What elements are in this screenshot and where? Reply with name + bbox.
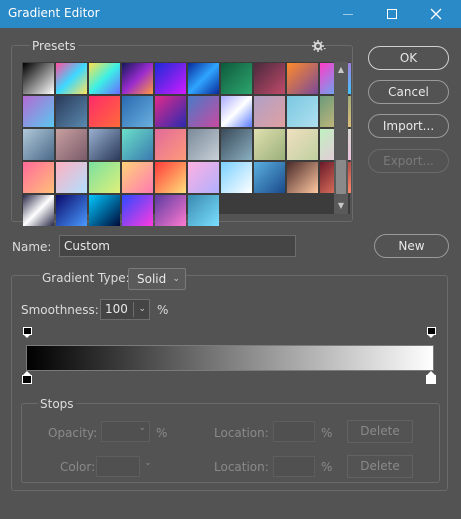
gradient-type-value: Solid xyxy=(137,272,167,286)
color-location-label: Location: xyxy=(214,460,269,474)
preset-swatch[interactable] xyxy=(254,129,285,160)
preset-swatch[interactable] xyxy=(188,129,219,160)
new-button[interactable]: New xyxy=(374,234,449,258)
import-button[interactable]: Import... xyxy=(368,114,449,138)
preset-swatch[interactable] xyxy=(188,162,219,193)
title-bar: Gradient Editor xyxy=(0,0,461,28)
preset-swatch[interactable] xyxy=(23,63,54,94)
scroll-down-icon[interactable]: ▼ xyxy=(334,200,348,212)
preset-swatch[interactable] xyxy=(188,195,219,226)
gradient-type-select[interactable]: Solid ⌄ xyxy=(128,268,186,290)
maximize-icon[interactable] xyxy=(374,0,410,28)
chevron-down-icon[interactable]: ⌄ xyxy=(138,300,146,319)
color-location-input xyxy=(273,456,315,477)
preset-swatch[interactable] xyxy=(89,195,120,226)
name-input[interactable]: Custom xyxy=(59,235,296,257)
gear-icon[interactable] xyxy=(312,40,326,55)
preset-swatch[interactable] xyxy=(287,63,318,94)
smoothness-value: 100 xyxy=(105,302,128,316)
preset-swatch[interactable] xyxy=(89,162,120,193)
opacity-stop-left[interactable] xyxy=(23,327,32,338)
preset-swatch[interactable] xyxy=(122,162,153,193)
ok-button[interactable]: OK xyxy=(368,46,449,70)
minimize-icon[interactable] xyxy=(330,0,366,28)
close-icon[interactable] xyxy=(418,0,454,28)
preset-swatch[interactable] xyxy=(122,129,153,160)
opacity-label: Opacity: xyxy=(48,426,98,440)
divider xyxy=(133,302,134,317)
stops-label: Stops xyxy=(38,397,76,411)
preset-swatch[interactable] xyxy=(122,63,153,94)
preset-swatch[interactable] xyxy=(56,129,87,160)
opacity-delete-button: Delete xyxy=(347,420,413,443)
preset-swatch[interactable] xyxy=(23,129,54,160)
smoothness-input[interactable]: 100 ⌄ xyxy=(100,299,150,320)
preset-swatch[interactable] xyxy=(155,63,186,94)
smoothness-unit: % xyxy=(157,303,169,317)
preset-swatch[interactable] xyxy=(56,96,87,127)
preset-swatch[interactable] xyxy=(155,129,186,160)
preset-swatch[interactable] xyxy=(254,162,285,193)
preset-swatch[interactable] xyxy=(122,96,153,127)
presets-label: Presets xyxy=(30,39,78,53)
cancel-button[interactable]: Cancel xyxy=(368,80,449,104)
name-label: Name: xyxy=(12,240,52,254)
scroll-up-icon[interactable]: ▲ xyxy=(334,64,348,76)
preset-swatch[interactable] xyxy=(23,96,54,127)
preset-swatch[interactable] xyxy=(155,162,186,193)
preset-swatch[interactable] xyxy=(89,63,120,94)
opacity-location-label: Location: xyxy=(214,426,269,440)
export-button: Export... xyxy=(368,149,449,173)
opacity-location-input xyxy=(273,421,315,442)
preset-swatch[interactable] xyxy=(188,63,219,94)
preset-swatches xyxy=(22,62,351,226)
preset-swatch[interactable] xyxy=(56,162,87,193)
preset-swatch[interactable] xyxy=(221,96,252,127)
preset-swatch[interactable] xyxy=(23,195,54,226)
chevron-down-icon: ⌄ xyxy=(138,423,146,433)
preset-swatch[interactable] xyxy=(23,162,54,193)
preset-swatch[interactable] xyxy=(254,63,285,94)
color-label: Color: xyxy=(60,460,96,474)
preset-swatch[interactable] xyxy=(155,195,186,226)
preset-swatch[interactable] xyxy=(287,162,318,193)
preset-swatch[interactable] xyxy=(89,129,120,160)
color-stop-right[interactable] xyxy=(426,371,436,385)
swatch-grid xyxy=(22,62,352,227)
preset-swatch[interactable] xyxy=(155,96,186,127)
opacity-stop-right[interactable] xyxy=(427,327,436,338)
preset-swatch[interactable] xyxy=(122,195,153,226)
preset-swatch[interactable] xyxy=(221,162,252,193)
preset-swatch[interactable] xyxy=(188,96,219,127)
preset-swatch[interactable] xyxy=(221,63,252,94)
chevron-down-icon: ⌄ xyxy=(172,274,180,284)
smoothness-label: Smoothness: xyxy=(21,303,99,317)
preset-swatch[interactable] xyxy=(89,96,120,127)
window-title: Gradient Editor xyxy=(8,6,100,20)
preset-swatch[interactable] xyxy=(254,96,285,127)
preset-swatch[interactable] xyxy=(56,63,87,94)
color-stop-left[interactable] xyxy=(22,371,32,385)
color-location-unit: % xyxy=(321,460,333,474)
scrollbar-thumb[interactable] xyxy=(336,160,346,194)
opacity-location-unit: % xyxy=(321,426,333,440)
gradient-type-label: Gradient Type: xyxy=(40,271,132,285)
color-delete-button: Delete xyxy=(347,455,413,478)
preset-swatch[interactable] xyxy=(287,96,318,127)
color-swatch-input xyxy=(96,456,140,477)
opacity-input: ⌄ xyxy=(101,421,150,442)
preset-swatch[interactable] xyxy=(287,129,318,160)
presets-scrollbar[interactable]: ▲ ▼ xyxy=(334,62,348,214)
opacity-unit: % xyxy=(156,426,168,440)
preset-swatch[interactable] xyxy=(221,129,252,160)
preset-swatch[interactable] xyxy=(56,195,87,226)
gradient-preview-bar[interactable] xyxy=(26,345,434,371)
